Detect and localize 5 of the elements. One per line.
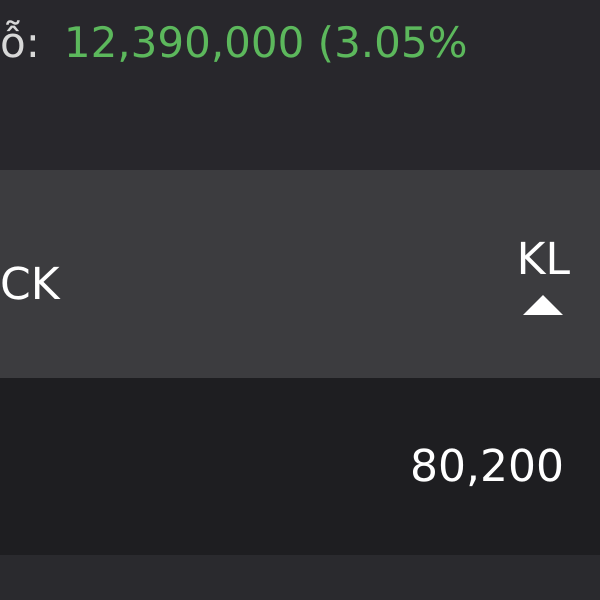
table-cell: 80,200 (410, 441, 564, 492)
column-header[interactable]: KL (516, 234, 570, 284)
column-header[interactable]: CK (0, 258, 60, 310)
summary-value: 12,390,000 (3.05% (64, 18, 468, 67)
summary-label: ỗ: (0, 18, 40, 67)
